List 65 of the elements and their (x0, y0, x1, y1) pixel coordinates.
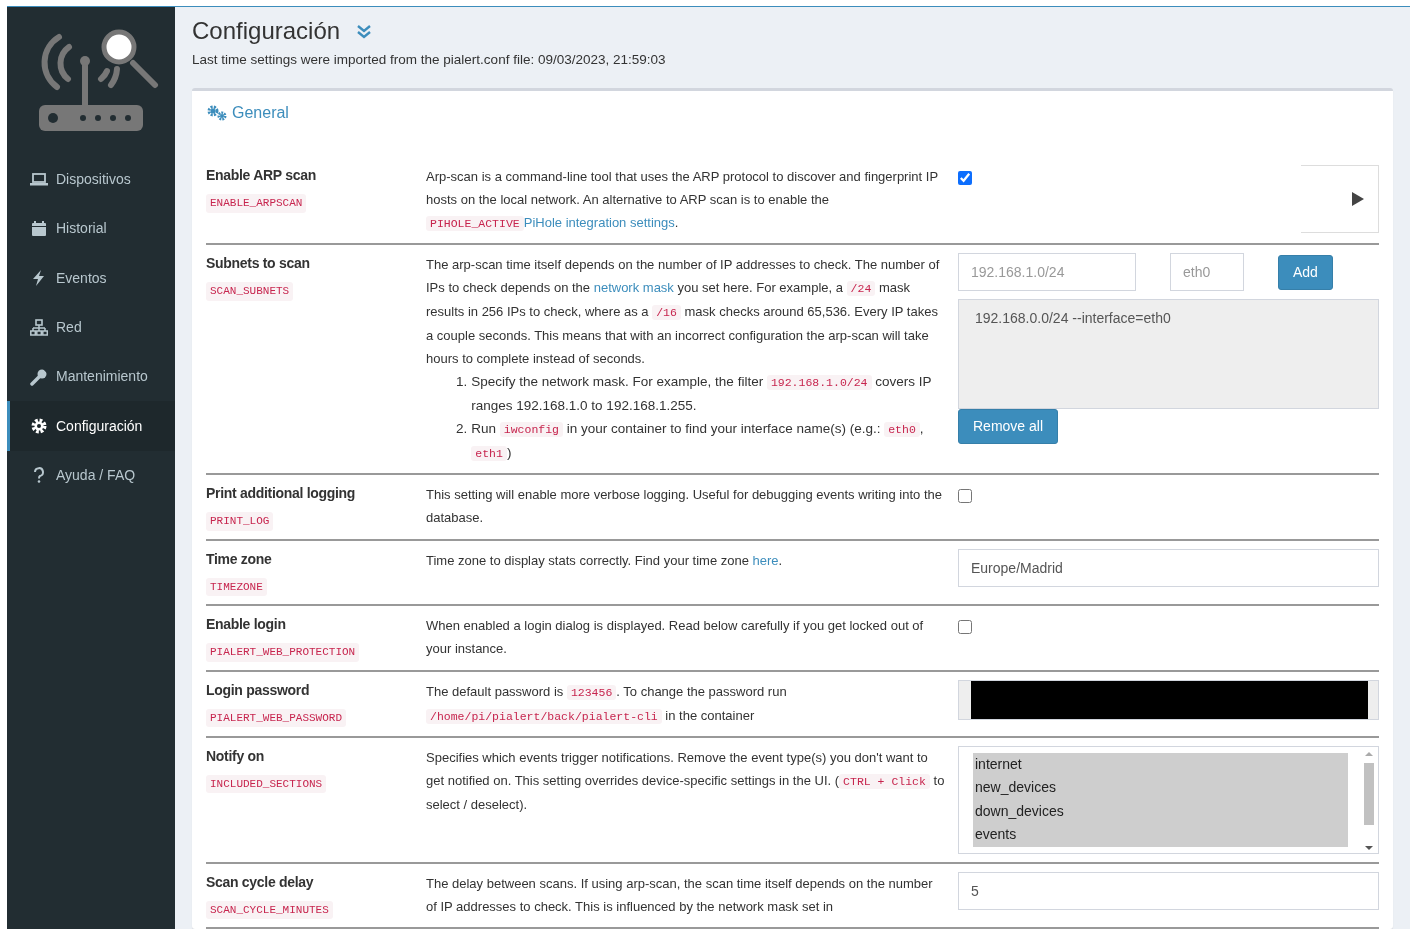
sidebar-item[interactable]: Historial (7, 204, 175, 254)
remove-all-button[interactable]: Remove all (958, 409, 1059, 445)
setting-key: INCLUDED_SECTIONS (206, 774, 327, 794)
chevron-down-icon[interactable] (356, 23, 373, 40)
sidebar-item[interactable]: Red (7, 302, 175, 353)
settings-icon (30, 417, 48, 436)
laptop-icon (30, 170, 48, 189)
setting-description: The arp-scan time itself depends on the number of IP addresses to check. The number of IPs to check depends on the network mask you set here. For example, a /24 mask results in 256 IPs to check, where as a /16 mask checks around 65,536. Every IP takes a couple seconds. This means that with an incorrect configuration the arp-scan will take hours to complete instead of seconds. (426, 256, 941, 369)
add-button[interactable]: Add (1278, 254, 1333, 290)
setting-key: TIMEZONE (206, 577, 267, 597)
checkbox[interactable] (958, 171, 972, 186)
setting-label: Enable ARP scan (206, 166, 317, 186)
page-title: Configuración (192, 17, 341, 46)
setting-key: SCAN_CYCLE_MINUTES (206, 900, 333, 920)
checkbox[interactable] (958, 620, 972, 635)
select-option[interactable]: new_devices (973, 776, 1348, 800)
expand-toggle[interactable] (1301, 165, 1379, 234)
sidebar-item[interactable]: Mantenimiento (7, 352, 175, 402)
setting-label: Time zone (206, 549, 273, 569)
setting-label: Scan cycle delay (206, 872, 315, 892)
network-icon (30, 318, 48, 337)
select-option[interactable]: down_devices (973, 799, 1348, 824)
setting-key: ENABLE_ARPSCAN (206, 194, 307, 213)
section-title[interactable]: General (232, 101, 289, 126)
setting-label: Login password (206, 680, 311, 700)
subnet-entry[interactable]: 192.168.0.0/24 --interface=eth0 (975, 308, 1362, 330)
calendar-icon (30, 219, 48, 238)
link[interactable]: network mask (593, 280, 674, 296)
scrollbar[interactable] (1362, 750, 1376, 851)
step-text: Specify the network mask. For example, the filter 192.168.1.0/24 covers IP ranges 192.168.1.0 to 192.168.1.255. (471, 373, 933, 416)
ip-field[interactable]: 192.168.1.0/24 (958, 253, 1136, 292)
sidebar-item[interactable]: Configuración (7, 401, 175, 451)
setting-label: Notify on (206, 746, 265, 766)
caret-right-icon (1352, 192, 1364, 207)
text-field[interactable]: 5 (958, 871, 1379, 910)
select-option[interactable]: internet (973, 752, 1348, 777)
setting-label: Subnets to scan (206, 254, 311, 274)
step-number: 1. (456, 373, 468, 392)
setting-description: Specifies which events trigger notifications. Remove the event type(s) you don't want to get notified on. This setting overrides device-specific settings in the UI. ( CTRL + Click to select / deselect). (426, 748, 946, 814)
setting-label: Print additional logging (206, 484, 357, 504)
setting-description: Time zone to display stats correctly. Find your time zone here. (426, 551, 784, 570)
setting-description: The delay between scans. If using arp-scan, the scan time itself depends on the number of IP addresses to check. This is influenced by the network mask set in (426, 874, 934, 916)
setting-description: The default password is 123456 . To change the password run /home/pi/pialert/back/pialert-cli in the container (426, 682, 788, 726)
sidebar-item[interactable]: Dispositivos (7, 155, 175, 205)
multi-select[interactable]: internet new_devices down_devices events (958, 745, 1379, 854)
text-field[interactable]: Europe/Madrid (958, 548, 1379, 587)
interface-field[interactable]: eth0 (1170, 253, 1244, 292)
sidebar-item[interactable]: Ayuda / FAQ (7, 450, 175, 501)
step-text: Run iwconfig in your container to find your interface name(s) (e.g.: eth0 , eth1 ) (471, 420, 925, 464)
subnet-list[interactable]: 192.168.0.0/24 --interface=eth0 (958, 299, 1379, 410)
link[interactable]: PiHole integration settings (523, 215, 675, 231)
setting-key: PIALERT_WEB_PROTECTION (206, 643, 360, 662)
setting-description: Arp-scan is a command-line tool that uses the ARP protocol to discover and fingerprint IP hosts on the local network. An alternative to ARP scan is to enable the PIHOLE_ACTIVE PiHole integration settings. (426, 168, 939, 234)
import-info: Last time settings were imported from the pialert.conf file: 09/03/2023, 21:59:03 (192, 50, 667, 69)
setting-key: PIALERT_WEB_PASSWORD (206, 708, 347, 728)
setting-description: When enabled a login dialog is displayed. Read below carefully if you get locked out of your instance. (426, 617, 925, 659)
setting-label: Enable login (206, 615, 287, 635)
step-number: 2. (456, 420, 468, 439)
setting-description: This setting will enable more verbose logging. Useful for debugging events writing into the database. (426, 486, 943, 528)
select-option[interactable]: events (973, 823, 1348, 847)
checkbox[interactable] (958, 489, 972, 504)
sidebar-item[interactable]: Eventos (7, 253, 175, 303)
setting-key: PRINT_LOG (206, 512, 274, 531)
link[interactable]: here (752, 552, 779, 568)
setting-key: SCAN_SUBNETS (206, 282, 294, 301)
